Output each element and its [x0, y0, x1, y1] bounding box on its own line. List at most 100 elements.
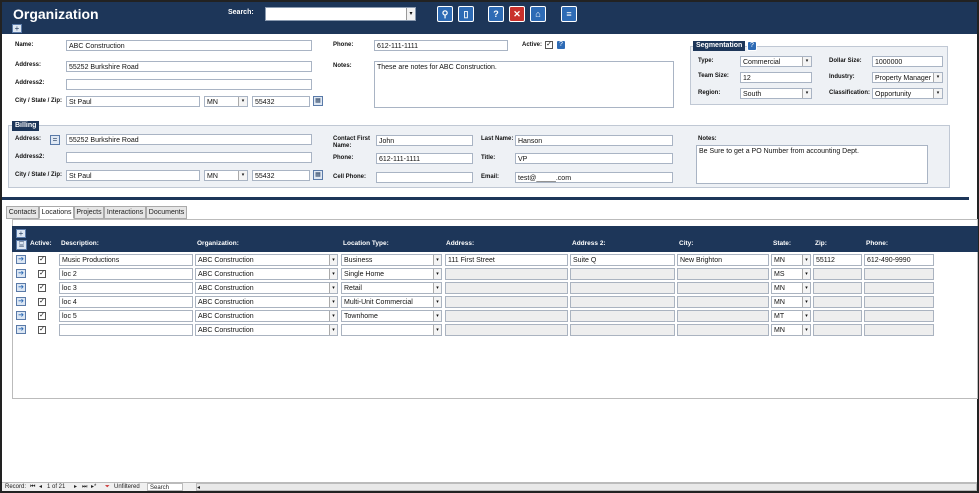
cell-description[interactable]: loc 2	[59, 268, 193, 280]
search-combobox[interactable]: ▾	[265, 7, 416, 21]
cell-state[interactable]: MN ▾	[771, 282, 811, 294]
search-button[interactable]: ⚲	[437, 6, 453, 22]
cell-address[interactable]	[445, 310, 568, 322]
filter-button[interactable]: ⌸	[16, 240, 27, 250]
cell-description[interactable]	[59, 324, 193, 336]
help-button[interactable]: ?	[488, 6, 504, 22]
active-help-button[interactable]: ?	[556, 40, 566, 50]
chevron-down-icon[interactable]: ▾	[433, 255, 441, 265]
cell-city[interactable]: New Brighton	[677, 254, 769, 266]
chevron-down-icon[interactable]: ▾	[329, 269, 337, 279]
open-location-arrow-icon[interactable]: ➔	[16, 283, 26, 292]
cell-address[interactable]	[445, 324, 568, 336]
row-active-checkbox[interactable]: ✓	[38, 256, 46, 264]
last-record-button[interactable]: ⏭	[82, 483, 87, 491]
cell-description[interactable]: loc 4	[59, 296, 193, 308]
notes-textarea[interactable]: These are notes for ABC Construction.	[374, 61, 674, 108]
billing-state-select[interactable]: MN ▾	[204, 170, 248, 181]
calendar-icon[interactable]: ▦	[313, 96, 323, 106]
cell-location-type[interactable]: Retail ▾	[341, 282, 442, 294]
last-name-input[interactable]: Hanson	[515, 135, 673, 146]
billing-city-input[interactable]: St Paul	[66, 170, 200, 181]
open-location-arrow-icon[interactable]: ➔	[16, 311, 26, 320]
cell-city[interactable]	[677, 268, 769, 280]
cell-city[interactable]	[677, 282, 769, 294]
prev-record-button[interactable]: ◂	[39, 483, 42, 491]
dollar-size-input[interactable]: 1000000	[872, 56, 943, 67]
segmentation-help-button[interactable]: ?	[747, 41, 757, 51]
new-record-button[interactable]: ▸*	[91, 483, 96, 491]
row-active-checkbox[interactable]: ✓	[38, 312, 46, 320]
billing-address-input[interactable]: 55252 Burkshire Road	[66, 134, 312, 145]
filter-status[interactable]: Unfiltered	[114, 483, 140, 491]
chevron-down-icon[interactable]: ▾	[802, 269, 810, 279]
cell-address[interactable]	[445, 268, 568, 280]
chevron-down-icon[interactable]: ▾	[802, 283, 810, 293]
cell-zip[interactable]	[813, 296, 862, 308]
cell-state[interactable]: MN ▾	[771, 254, 811, 266]
cell-address[interactable]	[445, 296, 568, 308]
open-location-arrow-icon[interactable]: ➔	[16, 325, 26, 334]
first-record-button[interactable]: ⏮	[30, 483, 35, 491]
zip-input[interactable]: 55432	[252, 96, 310, 107]
billing-notes-textarea[interactable]: Be Sure to get a PO Number from accounti…	[696, 145, 928, 184]
cell-organization[interactable]: ABC Construction ▾	[195, 268, 338, 280]
cell-phone[interactable]	[864, 282, 934, 294]
open-location-arrow-icon[interactable]: ➔	[16, 297, 26, 306]
chevron-down-icon[interactable]: ▾	[802, 325, 810, 335]
cell-location-type[interactable]: Single Home ▾	[341, 268, 442, 280]
cell-phone[interactable]	[864, 310, 934, 322]
open-location-arrow-icon[interactable]: ➔	[16, 255, 26, 264]
chevron-down-icon[interactable]: ▾	[433, 297, 441, 307]
chevron-down-icon[interactable]: ▾	[433, 325, 441, 335]
cell-zip[interactable]	[813, 310, 862, 322]
chevron-down-icon[interactable]: ▾	[238, 97, 247, 106]
chevron-down-icon[interactable]: ▾	[802, 255, 810, 265]
copy-button[interactable]: ▯	[458, 6, 474, 22]
city-input[interactable]: St Paul	[66, 96, 200, 107]
cell-zip[interactable]	[813, 268, 862, 280]
billing-phone-input[interactable]: 612-111-1111	[376, 153, 473, 164]
tab-documents[interactable]: Documents	[146, 206, 187, 219]
cell-phone[interactable]	[864, 324, 934, 336]
type-select[interactable]: Commercial ▾	[740, 56, 812, 67]
chevron-down-icon[interactable]: ▾	[329, 325, 337, 335]
cell-city[interactable]	[677, 310, 769, 322]
chevron-down-icon[interactable]: ▾	[802, 57, 811, 66]
address2-input[interactable]	[66, 79, 312, 90]
cell-zip[interactable]	[813, 324, 862, 336]
row-active-checkbox[interactable]: ✓	[38, 284, 46, 292]
team-size-input[interactable]: 12	[740, 72, 812, 83]
cell-address2[interactable]	[570, 324, 675, 336]
chevron-down-icon[interactable]: ▾	[329, 255, 337, 265]
chevron-down-icon[interactable]: ▾	[238, 171, 247, 180]
cell-address2[interactable]	[570, 268, 675, 280]
cell-location-type[interactable]: Business ▾	[341, 254, 442, 266]
tab-contacts[interactable]: Contacts	[6, 206, 39, 219]
billing-address2-input[interactable]	[66, 152, 312, 163]
chevron-down-icon[interactable]: ▾	[433, 283, 441, 293]
chevron-down-icon[interactable]: ▾	[802, 89, 811, 98]
contact-first-name-input[interactable]: John	[376, 135, 473, 146]
home-button[interactable]: ⌂	[530, 6, 546, 22]
cell-state[interactable]: MS ▾	[771, 268, 811, 280]
title-input[interactable]: VP	[515, 153, 673, 164]
cell-address2[interactable]	[570, 282, 675, 294]
region-select[interactable]: South ▾	[740, 88, 812, 99]
cell-description[interactable]: Music Productions	[59, 254, 193, 266]
cell-address2[interactable]	[570, 310, 675, 322]
cell-state[interactable]: MT ▾	[771, 310, 811, 322]
address-input[interactable]: 55252 Burkshire Road	[66, 61, 312, 72]
chevron-down-icon[interactable]: ▾	[802, 297, 810, 307]
menu-button[interactable]: ≡	[561, 6, 577, 22]
chevron-down-icon[interactable]: ▾	[933, 73, 942, 82]
billing-zip-input[interactable]: 55432	[252, 170, 310, 181]
chevron-down-icon[interactable]: ▾	[933, 89, 942, 98]
chevron-down-icon[interactable]: ▾	[329, 283, 337, 293]
cell-address[interactable]: 111 First Street	[445, 254, 568, 266]
cell-zip[interactable]	[813, 282, 862, 294]
cell-state[interactable]: MN ▾	[771, 296, 811, 308]
cell-organization[interactable]: ABC Construction ▾	[195, 324, 338, 336]
tab-locations[interactable]: Locations	[39, 206, 74, 219]
cell-description[interactable]: loc 3	[59, 282, 193, 294]
